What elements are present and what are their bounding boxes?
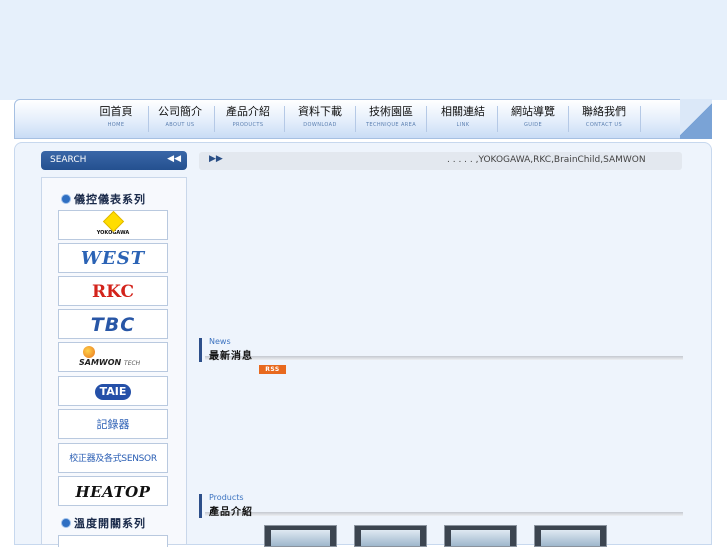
product-screen-image — [451, 530, 510, 546]
nav-corner-decoration — [680, 99, 712, 139]
brand-calibrator[interactable]: 校正器及各式SENSOR — [58, 443, 168, 473]
rss-button[interactable]: RSS — [259, 365, 286, 374]
product-thumbnail[interactable] — [354, 525, 427, 547]
brand-samwon[interactable]: SAMWON TECH — [58, 342, 168, 372]
ticker-text: . . . . . ,YOKOGAWA,RKC,BrainChild,SAMWO… — [447, 155, 646, 165]
news-section-header: News 最新消息 — [199, 337, 683, 362]
products-section-header: Products 產品介紹 — [199, 493, 683, 518]
nav-guide[interactable]: 網站導覽 GUIDE — [498, 105, 568, 135]
brand-taie-text: TAIE — [94, 384, 132, 400]
nav-label: 公司簡介 — [158, 105, 202, 118]
nav-label: 回首頁 — [99, 105, 133, 118]
brand-calibrator-text: 校正器及各式SENSOR — [69, 454, 157, 464]
brand-rkc-text: RKC — [92, 282, 134, 302]
brand-samwon-text: SAMWON TECH — [79, 358, 140, 367]
section-title-en: Products — [209, 493, 244, 502]
product-screen-image — [541, 530, 600, 546]
samwon-sun-icon — [83, 346, 95, 358]
category-temperature-switch-series[interactable]: 溫度開關系列 — [61, 515, 146, 531]
section-title-zh: 最新消息 — [209, 351, 253, 362]
section-title-en: News — [209, 337, 231, 346]
search-toggle[interactable]: SEARCH ◀◀ — [41, 151, 187, 170]
bullet-icon — [61, 194, 71, 204]
brand-samwon-sub: TECH — [124, 360, 141, 367]
brand-yokogawa[interactable]: YOKOGAWA — [58, 210, 168, 240]
nav-label: 網站導覽 — [511, 105, 555, 118]
product-thumbnail[interactable] — [534, 525, 607, 547]
yokogawa-diamond-icon — [102, 211, 124, 233]
section-title-zh: 產品介紹 — [209, 507, 253, 518]
section-underline — [205, 356, 683, 360]
nav-sublabel: LINK — [456, 122, 470, 128]
nav-download[interactable]: 資料下載 DOWNLOAD — [285, 105, 355, 135]
brand-west[interactable]: WEST — [58, 243, 168, 273]
nav-divider — [426, 106, 427, 132]
nav-label: 相關連結 — [441, 105, 485, 118]
nav-sublabel: CONTACT US — [585, 122, 623, 128]
brand-recorder[interactable]: 記錄器 — [58, 409, 168, 439]
product-screen-image — [361, 530, 420, 546]
nav-products[interactable]: 產品介紹 PRODUCTS — [213, 105, 283, 135]
nav-home[interactable]: 回首頁 HOME — [81, 105, 151, 135]
search-label: SEARCH — [50, 155, 87, 165]
double-chevron-left-icon: ◀◀ — [167, 154, 181, 164]
nav-sublabel: ABOUT US — [165, 122, 195, 128]
brand-tbc-text: TBC — [90, 314, 136, 336]
brand-heatop[interactable]: HEATOP — [58, 476, 168, 506]
product-thumbnail[interactable] — [444, 525, 517, 547]
brand-taie[interactable]: TAIE — [58, 376, 168, 406]
marquee-ticker[interactable]: ▶▶ . . . . . ,YOKOGAWA,RKC,BrainChild,SA… — [199, 152, 682, 170]
nav-sublabel: HOME — [107, 122, 125, 128]
product-screen-image — [271, 530, 330, 546]
bullet-icon — [61, 518, 71, 528]
brand-heatop-text: HEATOP — [75, 483, 151, 501]
brand-west-text: WEST — [80, 248, 146, 269]
category-instrument-series[interactable]: 儀控儀表系列 — [61, 191, 146, 207]
nav-sublabel: GUIDE — [523, 122, 543, 128]
brand-samwon-name: SAMWON — [79, 358, 122, 367]
nav-label: 聯絡我們 — [582, 105, 626, 118]
nav-label: 技術園區 — [369, 105, 413, 118]
nav-link[interactable]: 相關連結 LINK — [428, 105, 498, 135]
nav-contact[interactable]: 聯絡我們 CONTACT US — [569, 105, 639, 135]
nav-label: 產品介紹 — [226, 105, 270, 118]
nav-sublabel: TECHNIQUE AREA — [365, 122, 417, 128]
section-accent-bar — [199, 494, 202, 518]
double-arrow-right-icon: ▶▶ — [209, 154, 223, 164]
nav-sublabel: DOWNLOAD — [303, 122, 337, 128]
category-label: 溫度開關系列 — [74, 517, 146, 530]
section-underline — [205, 512, 683, 516]
nav-sublabel: PRODUCTS — [232, 122, 264, 128]
nav-divider — [640, 106, 641, 132]
section-accent-bar — [199, 338, 202, 362]
category-label: 儀控儀表系列 — [74, 193, 146, 206]
nav-technique[interactable]: 技術園區 TECHNIQUE AREA — [356, 105, 426, 135]
nav-about[interactable]: 公司簡介 ABOUT US — [145, 105, 215, 135]
brand-rkc[interactable]: RKC — [58, 276, 168, 306]
top-banner — [0, 0, 727, 100]
brand-next[interactable] — [58, 535, 168, 547]
product-thumbnail[interactable] — [264, 525, 337, 547]
brand-tbc[interactable]: TBC — [58, 309, 168, 339]
brand-recorder-text: 記錄器 — [96, 418, 130, 431]
nav-label: 資料下載 — [298, 105, 342, 118]
